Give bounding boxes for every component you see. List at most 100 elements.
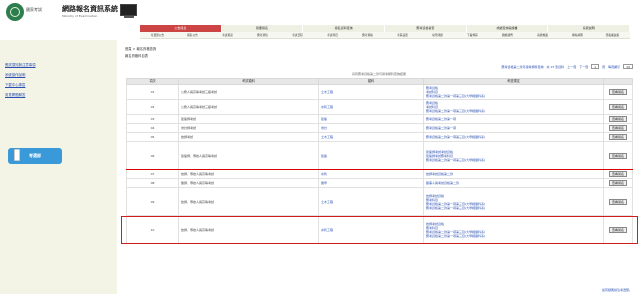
top-nav-item[interactable]: 公告訊息 [140, 25, 222, 32]
category-link[interactable]: 建築 [321, 154, 421, 158]
top-nav-item[interactable]: 系統說明 [548, 25, 631, 32]
view-registration-button[interactable]: 查看報名 [608, 198, 627, 205]
sub-nav-item[interactable]: 隱私權政策 [595, 32, 630, 38]
top-nav-item[interactable]: 成績查詢與證書 [466, 25, 549, 32]
rule-link[interactable]: 醫事人員考試資格第二款 [426, 181, 601, 185]
monitor-icon [120, 4, 137, 16]
rules-cell: 建築師考試考試資格 建築師考試應考科目 應考資格第二款第一項第三目(大學相關科系) [423, 141, 604, 170]
view-registration-button[interactable]: 查看報名 [608, 125, 627, 131]
sub-nav-item[interactable]: 系統維護 [525, 32, 560, 38]
rules-cell: 技師考試資格 應考科目 應考資格第二款第一項第三目(大學相關科系) 應考資格第二款第一… [423, 187, 604, 216]
category-cell: 建築 [318, 114, 424, 124]
sub-nav: 考選部公告 報名公告 考試資訊 應考須知 考試日程 考試科目 應考資格 考區設置 常見問題 下載專… [140, 32, 630, 39]
exam-name: 公務人員高等考試三級考試 [178, 84, 319, 100]
rules-cell: 應考資格第二款第一項第三目(大學相關科系) [423, 132, 604, 142]
left-nav-item[interactable]: 應試須知與注意事項 [5, 62, 36, 67]
category-cell: 醫學 [318, 178, 424, 188]
table-row: 02 公務人員高等考試三級考試 水利工程 應考資格 考試科目 應考資格第二款第一項第三目(… [126, 99, 633, 115]
action-cell: 查看報名 [603, 169, 633, 179]
exam-name: 技師考試 [178, 132, 319, 142]
page-select[interactable]: 1 [591, 64, 600, 69]
rules-cell: 應考資格 考試科目 應考資格第二款第一項第三目(大學相關科系) [423, 84, 604, 100]
action-cell: 查看報名 [603, 132, 633, 142]
view-registration-button[interactable]: 查看報名 [608, 116, 627, 122]
sub-nav-item[interactable]: 報名公告 [175, 32, 210, 38]
view-registration-button[interactable]: 查看報名 [608, 89, 627, 95]
next-page-link[interactable]: 下一頁 [579, 65, 588, 69]
action-cell: 查看報名 [603, 123, 633, 133]
table-row: 01 公務人員高等考試三級考試 土木工程 應考資格 考試科目 應考資格第二款第一項第三目(… [126, 84, 633, 100]
exam-name: 公務人員高等考試三級考試 [178, 99, 319, 115]
rule-link[interactable]: 應考資格第二款第一項第三目(大學相關科系) [426, 234, 601, 238]
row-number: 07 [126, 169, 179, 179]
category-link[interactable]: 會計 [321, 126, 421, 130]
rule-link[interactable]: 應考資格第二款第一項第三目(大學相關科系) [426, 158, 601, 162]
sub-nav-item[interactable]: 應考須知 [245, 32, 280, 38]
table-row: 10 技師、專技人員高等考試 水利工程 技師考試資格 應考科目 應考資格第二款第一項第三目… [126, 215, 633, 244]
sub-nav-item[interactable]: 考選部公告 [140, 32, 175, 38]
sub-nav-item[interactable]: 下載專區 [455, 32, 490, 38]
main-content: 首頁 > 報名資格查詢 報名資格科目表 應考資格第二款可報考類科查詢 共 15 … [121, 40, 638, 294]
ministry-logo[interactable] [6, 3, 24, 21]
table-row: 03 建築師考試 建築 應考資格第二款第一項 查看報名 [126, 114, 633, 124]
sub-nav-item[interactable]: 考試日程 [280, 32, 315, 38]
category-link[interactable]: 建築 [321, 117, 421, 121]
category-link[interactable]: 水利工程 [321, 228, 421, 232]
category-cell: 水利工程 [318, 99, 424, 115]
rule-link[interactable]: 應考資格第二款第一項第三目(大學相關科系) [426, 135, 601, 139]
row-number: 06 [126, 141, 179, 170]
view-registration-button[interactable]: 查看報名 [608, 171, 627, 177]
category-cell: 土木工程 [318, 132, 424, 142]
view-registration-button[interactable]: 查看報名 [608, 180, 627, 186]
top-nav-item[interactable]: 報名資料查詢 [303, 25, 386, 32]
page-size-label: 每頁顯示 [608, 64, 621, 69]
breadcrumb[interactable]: 首頁 > 報名資格查詢 [125, 46, 156, 51]
action-cell: 查看報名 [603, 114, 633, 124]
row-number: 01 [126, 84, 179, 100]
left-nav-item[interactable]: 系統操作說明 [5, 72, 25, 77]
top-nav-item[interactable]: 我要報名 [221, 25, 304, 32]
results-table: 項次 考試類科 類科 考選規定 01 公務人員高等考試三級考試 土木工程 應考資格 考試… [126, 78, 633, 244]
category-link[interactable]: 土木工程 [321, 200, 421, 204]
rule-link[interactable]: 應考資格第二款第一項第三目(大學相關科系) [426, 206, 601, 210]
rule-link[interactable]: 應考資格第二款第一項 [426, 117, 601, 121]
sub-nav-item[interactable]: 考試科目 [315, 32, 350, 38]
app-root: 國家考試 網路報名資訊系統 Ministry of Examination 公告… [0, 0, 638, 294]
row-number: 03 [126, 114, 179, 124]
view-registration-button[interactable]: 查看報名 [608, 104, 627, 110]
category-cell: 會計 [318, 123, 424, 133]
category-link[interactable]: 醫學 [321, 181, 421, 185]
view-registration-button[interactable]: 查看報名 [608, 152, 627, 159]
sub-nav-item[interactable]: 考試資訊 [210, 32, 245, 38]
top-nav-item[interactable]: 應考資格審查 [385, 25, 467, 32]
rule-link[interactable]: 應考資格第二款第一項第三目(大學相關科系) [426, 94, 601, 98]
site-title: 網路報名資訊系統 [62, 4, 118, 13]
sub-nav-item[interactable]: 常見問題 [420, 32, 455, 38]
sub-nav-item[interactable]: 聯絡我們 [490, 32, 525, 38]
exam-name: 建築師、專技人員高等考試 [178, 141, 319, 170]
category-link[interactable]: 土木工程 [321, 90, 421, 94]
sub-nav-item[interactable]: 應考資格 [350, 32, 385, 38]
rule-link[interactable]: 技師考試資格第二款 [426, 172, 601, 176]
category-link[interactable]: 水利工程 [321, 105, 421, 109]
pager: 應考資格第二款可報考類科查詢 共 15 筆資料 上一頁 下一頁 1 頁 每頁顯示… [501, 64, 633, 69]
left-nav-item[interactable]: 常見問題解答 [5, 92, 25, 97]
rule-link[interactable]: 應考資格第二款第一項第三目(大學相關科系) [426, 109, 601, 113]
sub-nav-item[interactable]: 考區設置 [385, 32, 420, 38]
action-cell: 查看報名 [603, 99, 633, 115]
action-cell: 查看報名 [603, 141, 633, 170]
exam-name: 技師、專技人員高等考試 [178, 187, 319, 216]
table-row: 08 醫師、專技人員高等考試 醫學 醫事人員考試資格第二款 查看報名 [126, 178, 633, 188]
rules-cell: 醫事人員考試資格第二款 [423, 178, 604, 188]
phone-icon [14, 149, 20, 161]
rule-link[interactable]: 應考資格第二款第一項 [426, 126, 601, 130]
view-registration-button[interactable]: 查看報名 [608, 226, 627, 233]
left-nav-item[interactable]: 下載中心專區 [5, 82, 25, 87]
view-registration-button[interactable]: 查看報名 [608, 134, 627, 140]
pager-link[interactable]: 應考資格第二款可報考類科查詢 [501, 65, 543, 69]
prev-page-link[interactable]: 上一頁 [567, 65, 576, 69]
category-link[interactable]: 水利 [321, 172, 421, 176]
sub-nav-item[interactable]: 網站導覽 [560, 32, 595, 38]
page-size-select[interactable]: 10 [623, 64, 633, 69]
category-link[interactable]: 土木工程 [321, 135, 421, 139]
